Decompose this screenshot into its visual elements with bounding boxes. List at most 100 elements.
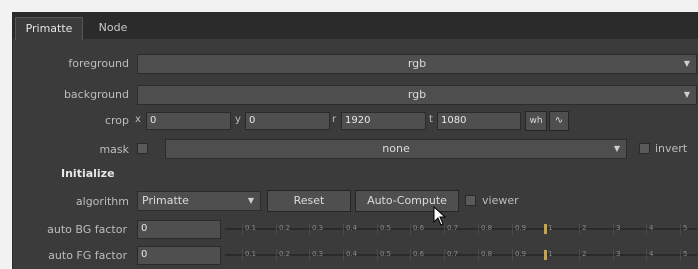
slider-track	[225, 254, 697, 256]
mask-checkbox[interactable]	[137, 143, 148, 154]
slider-tick	[646, 223, 647, 235]
algorithm-label: algorithm	[75, 195, 129, 208]
slider-tick	[410, 223, 411, 235]
mask-select[interactable]: none ▼	[165, 139, 627, 159]
crop-y-label: y	[235, 114, 241, 125]
slider-tick-label: 0.7	[447, 224, 459, 232]
tab-primatte[interactable]: Primatte	[15, 17, 83, 40]
slider-handle[interactable]	[544, 224, 547, 234]
auto-fg-factor-field[interactable]: 0	[137, 246, 221, 265]
chevron-down-icon: ▼	[683, 90, 690, 99]
initialize-section-title: Initialize	[61, 167, 115, 180]
invert-checkbox[interactable]	[639, 143, 650, 154]
slider-track	[225, 228, 697, 230]
slider-tick-label: 0.6	[413, 224, 425, 232]
slider-tick-label: 0.2	[279, 250, 291, 258]
slider-tick-label: 0.9	[515, 224, 527, 232]
slider-tick	[680, 223, 681, 235]
mask-label: mask	[99, 143, 129, 156]
chevron-down-icon: ▼	[247, 196, 254, 205]
crop-t-field[interactable]: 1080	[437, 112, 521, 130]
slider-tick-label: 0.7	[447, 250, 459, 258]
curve-icon[interactable]: ∿	[549, 111, 569, 131]
slider-tick-label: 1	[548, 250, 553, 258]
slider-tick-label: 0.2	[279, 224, 291, 232]
slider-tick-label: 0.8	[481, 224, 493, 232]
foreground-value: rgb	[407, 57, 427, 70]
viewer-checkbox[interactable]	[465, 195, 476, 206]
slider-tick-label: 5	[683, 224, 688, 232]
mask-value: none	[382, 142, 410, 155]
properties-panel: Primatte Node foreground rgb ▼ backgroun…	[12, 12, 698, 269]
algorithm-value: Primatte	[142, 194, 189, 207]
background-value: rgb	[407, 88, 427, 101]
slider-tick	[309, 223, 310, 235]
slider-tick-label: 3	[616, 250, 621, 258]
auto-bg-factor-label: auto BG factor	[47, 223, 127, 236]
foreground-label: foreground	[68, 57, 129, 70]
chevron-down-icon: ▼	[613, 144, 620, 153]
slider-tick	[444, 223, 445, 235]
slider-tick	[613, 249, 614, 261]
slider-tick	[242, 223, 243, 235]
crop-wh-toggle[interactable]: wh	[525, 111, 547, 131]
auto-bg-factor-field[interactable]: 0	[137, 220, 221, 239]
slider-handle[interactable]	[544, 250, 547, 260]
auto-bg-factor-slider[interactable]: 0.1 0.2 0.3 0.4 0.5 0.6 0.7 0.8 0.9 1 2 3 4 5	[225, 219, 697, 239]
slider-tick-label: 3	[616, 224, 621, 232]
slider-tick-label: 2	[582, 224, 587, 232]
crop-x-field[interactable]: 0	[146, 112, 231, 130]
invert-label: invert	[655, 142, 688, 155]
crop-x-label: x	[135, 114, 141, 125]
slider-tick	[444, 249, 445, 261]
slider-tick	[512, 249, 513, 261]
crop-r-label: r	[332, 114, 337, 125]
crop-label: crop	[104, 114, 129, 127]
slider-tick	[579, 223, 580, 235]
slider-tick	[646, 249, 647, 261]
chevron-down-icon: ▼	[683, 59, 690, 68]
auto-fg-factor-slider[interactable]: 0.1 0.2 0.3 0.4 0.5 0.6 0.7 0.8 0.9 1 2 3 4 5	[225, 245, 697, 265]
slider-tick-label: 0.3	[312, 224, 324, 232]
slider-tick	[309, 249, 310, 261]
slider-tick-label: 4	[649, 224, 654, 232]
tab-node[interactable]: Node	[85, 17, 141, 39]
background-label: background	[63, 88, 129, 101]
slider-tick-label: 0.5	[380, 250, 392, 258]
slider-tick-label: 0.9	[515, 250, 527, 258]
slider-tick	[343, 223, 344, 235]
slider-tick-label: 5	[683, 250, 688, 258]
viewer-label: viewer	[482, 194, 519, 207]
slider-tick	[377, 223, 378, 235]
slider-tick-label: 0.1	[245, 250, 257, 258]
slider-tick-label: 2	[582, 250, 587, 258]
slider-tick	[680, 249, 681, 261]
slider-tick	[410, 249, 411, 261]
slider-tick	[276, 223, 277, 235]
slider-tick-label: 0.4	[346, 224, 358, 232]
crop-t-label: t	[429, 114, 433, 125]
slider-tick-label: 0.8	[481, 250, 493, 258]
slider-tick	[613, 223, 614, 235]
slider-tick-label: 4	[649, 250, 654, 258]
reset-button[interactable]: Reset	[267, 190, 351, 212]
slider-tick-label: 0.1	[245, 224, 257, 232]
crop-y-field[interactable]: 0	[245, 112, 330, 130]
slider-tick-label: 0.4	[346, 250, 358, 258]
slider-tick	[276, 249, 277, 261]
slider-tick-label: 0.3	[312, 250, 324, 258]
slider-tick	[478, 249, 479, 261]
auto-fg-factor-label: auto FG factor	[48, 249, 127, 262]
background-select[interactable]: rgb ▼	[137, 85, 697, 105]
slider-tick-label: 0.5	[380, 224, 392, 232]
foreground-select[interactable]: rgb ▼	[137, 54, 697, 74]
slider-tick-label: 0.6	[413, 250, 425, 258]
slider-tick	[579, 249, 580, 261]
algorithm-select[interactable]: Primatte ▼	[137, 191, 261, 211]
crop-r-field[interactable]: 1920	[341, 112, 426, 130]
slider-tick	[478, 223, 479, 235]
slider-tick	[343, 249, 344, 261]
slider-tick-label: 1	[548, 224, 553, 232]
slider-tick	[242, 249, 243, 261]
tab-bar: Primatte Node	[13, 13, 698, 40]
